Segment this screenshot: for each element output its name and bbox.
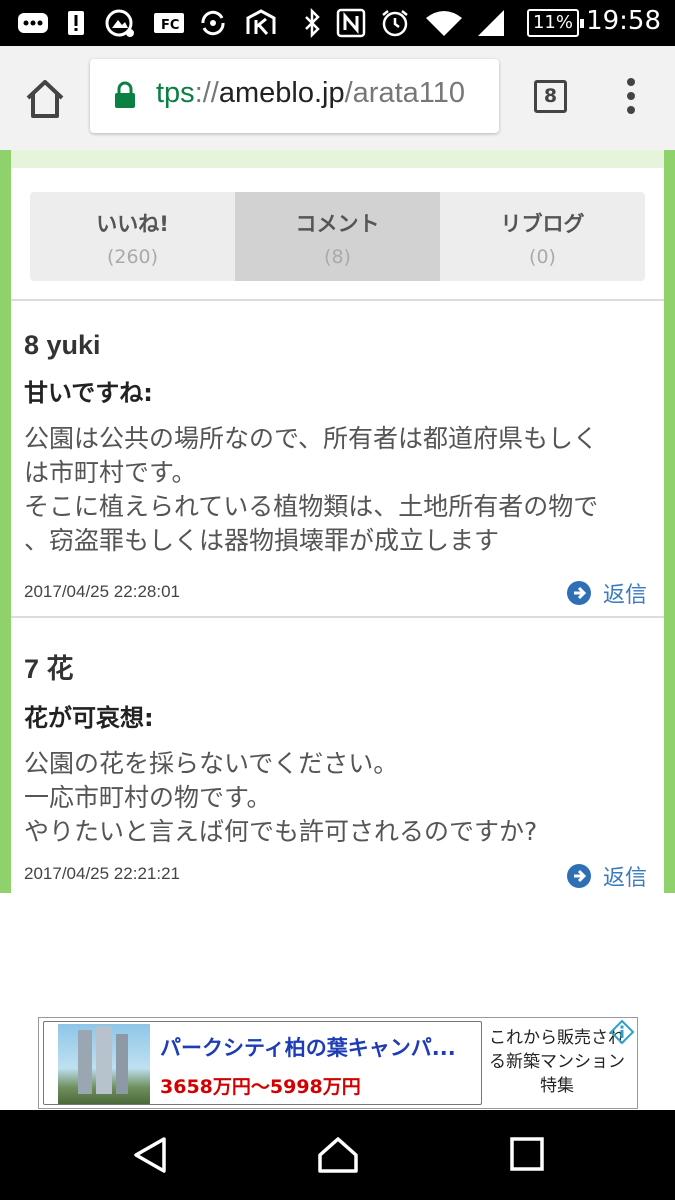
url-text[interactable]: tps://ameblo.jp/arata110 [156,77,465,110]
home-icon [26,80,64,118]
ad-title[interactable]: パークシティ柏の葉キャンパ... [160,1032,456,1062]
camera-icon [104,8,136,38]
status-time: 19:58 [586,6,661,36]
back-triangle-icon [134,1137,166,1173]
sync-icon [198,8,228,38]
status-bar: FC 11% 19:58 [0,0,675,46]
divider [11,299,664,301]
alert-icon [66,8,86,38]
recents-button[interactable] [508,1135,548,1175]
k-icon [244,8,278,38]
tab-likes-label: いいね! [96,212,169,236]
ad-banner[interactable]: パークシティ柏の葉キャンパ... 3658万円〜5998万円 これから販売される… [38,1017,638,1109]
comment-body: 公園は公共の場所なので、所有者は都道府県もしく は市町村です。 そこに植えられて… [24,424,599,555]
ad-main-box[interactable]: パークシティ柏の葉キャンパ... 3658万円〜5998万円 [43,1021,482,1105]
comment-body: 公園の花を採らないでください。 一応市町村の物です。 やりたいと言えば何でも許可… [24,749,538,846]
url-scheme: tps [156,77,195,109]
lock-icon [114,81,136,113]
tab-reblogs-count: (0) [529,246,556,268]
signal-icon [476,8,506,38]
page-content: いいね! (260) コメント (8) リブログ (0) 8 yuki 甘いです… [0,150,675,893]
reply-label: 返信 [602,866,647,891]
home-button[interactable] [20,74,70,124]
recents-square-icon [510,1137,544,1171]
ad-side-text[interactable]: これから販売される新築マンション特集 [487,1026,627,1098]
fc-icon: FC [152,8,186,38]
reply-button[interactable]: 返信 [566,860,647,892]
ad-building-image [58,1024,150,1104]
tab-comments-count: (8) [324,246,351,268]
comment-item: 7 花 花が可哀想: 公園の花を採らないでください。 一応市町村の物です。 やり… [24,647,650,849]
address-bar[interactable]: tps://ameblo.jp/arata110 [90,59,499,133]
browser-toolbar: tps://ameblo.jp/arata110 8 [0,46,675,150]
ad-price: 3658万円〜5998万円 [160,1076,361,1098]
url-path: /arata110 [344,77,465,109]
url-separator: :// [194,77,219,109]
battery-indicator: 11% [527,9,584,37]
comment-author: 8 yuki [24,330,101,360]
tab-likes-count: (260) [106,246,159,268]
tab-reblogs-label: リブログ [500,212,585,236]
reply-arrow-icon [566,864,591,888]
svg-text:FC: FC [161,18,179,33]
comment-date: 2017/04/25 22:28:01 [24,582,180,601]
message-icon [16,8,50,38]
tab-likes[interactable]: いいね! (260) [30,192,235,281]
tab-comments[interactable]: コメント (8) [235,192,440,281]
reply-button[interactable]: 返信 [566,577,647,609]
green-frame-left [0,150,11,893]
bluetooth-icon [302,8,322,38]
divider [11,616,664,618]
nfc-icon [336,8,366,38]
overflow-menu-button[interactable] [618,76,644,116]
comment-title: 花が可哀想: [24,704,154,732]
navigation-bar [0,1110,675,1200]
tab-switcher-button[interactable]: 8 [534,80,567,113]
home-nav-button[interactable] [316,1135,358,1175]
back-button[interactable] [130,1135,170,1175]
reaction-tabs: いいね! (260) コメント (8) リブログ (0) [30,192,645,281]
more-vert-icon [627,78,635,114]
reply-label: 返信 [602,583,647,608]
comment-item: 8 yuki 甘いですね: 公園は公共の場所なので、所有者は都道府県もしく は市… [24,330,650,558]
reply-arrow-icon [566,581,591,605]
home-outline-icon [318,1137,358,1173]
tab-comments-label: コメント [295,212,380,236]
comment-date: 2017/04/25 22:21:21 [24,864,180,883]
comment-title: 甘いですね: [24,379,153,407]
green-frame-right [664,150,675,893]
tab-reblogs[interactable]: リブログ (0) [440,192,645,281]
wifi-icon [424,8,464,38]
ad-info-icon[interactable] [609,1019,635,1045]
url-host: ameblo.jp [218,77,345,109]
alarm-icon [380,8,410,38]
partial-header-strip [11,150,664,168]
comment-author: 7 花 [24,654,74,684]
